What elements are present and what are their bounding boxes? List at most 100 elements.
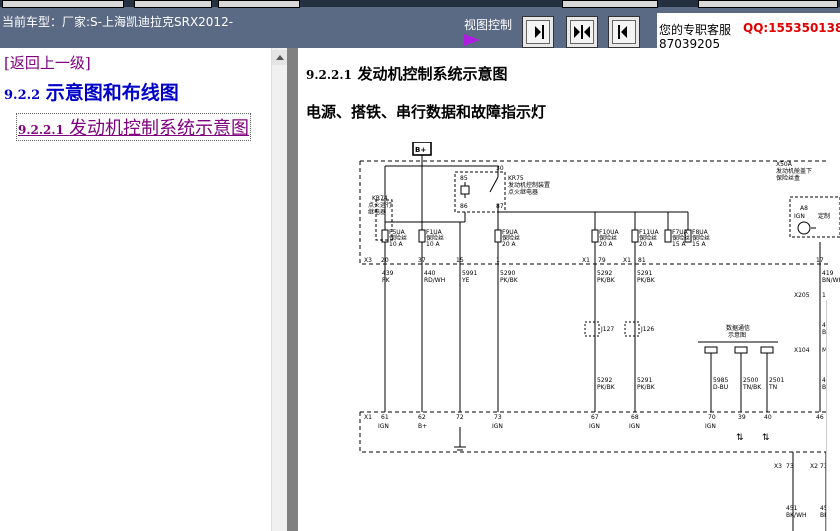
data-link-label: 数据通信 [726, 324, 750, 332]
bottom-connector: X2 [810, 463, 818, 470]
view-control-label: 视图控制 [464, 18, 513, 32]
relay-pin: 87 [496, 203, 504, 210]
wire-circuit: 5292 [597, 377, 612, 384]
wire-color: TN [768, 384, 777, 391]
ecm-pin: 70 [708, 414, 716, 421]
wire-color: D-BU [713, 384, 728, 391]
panel-splitter[interactable] [287, 48, 298, 531]
wire-color: PK/BK [637, 277, 656, 284]
toolbar-tab[interactable] [562, 0, 658, 8]
kr75-label: KR75 [508, 175, 524, 182]
ecm-pin: 40 [764, 414, 772, 421]
content-panel: 9.2.2.1 发动机控制系统示意图 电源、搭铁、串行数据和故障指示灯 B+ X… [298, 48, 840, 531]
bottom-pin: 73 [786, 463, 794, 470]
ecm-pin: 62 [418, 414, 426, 421]
expand-right-button[interactable] [522, 16, 554, 48]
toolbar-tab[interactable] [134, 0, 212, 8]
wire-color: PK/BK [597, 384, 616, 391]
pin-number: 17 [816, 257, 824, 264]
section-heading: 9.2.2 示意图和布线图 [4, 78, 179, 105]
ecm-pin: 72 [456, 414, 464, 421]
ecm-pin-func: B+ [418, 423, 427, 430]
bidirectional-arrow-icon: ⇅ [736, 433, 744, 443]
toolbar-tab[interactable] [2, 0, 124, 8]
wiring-diagram: B+ X50A 发动机舱盖下 保险丝盒 KR74 点火运行 继电器 KR75 发… [359, 142, 840, 531]
wire-circuit: 5292 [597, 270, 612, 277]
wire-circuit: 451 [786, 505, 798, 512]
toolbar-strip [0, 0, 840, 8]
toolbar-tab[interactable] [218, 0, 300, 8]
arrow-right-icon [464, 34, 480, 46]
ecm-pin-func: IGN [492, 423, 503, 430]
bidirectional-arrow-icon: ⇅ [762, 433, 770, 443]
x50a-label: X50A [776, 161, 793, 168]
connector-label: X1 [623, 257, 631, 264]
pin-number: 20 [381, 257, 389, 264]
fuse-rating: 10 A [389, 241, 404, 248]
back-link[interactable]: [返回上一级] [4, 52, 91, 73]
ecm-pin: 39 [738, 414, 746, 421]
fuse-rating: 15 A [692, 241, 707, 248]
wire-circuit: 5991 [462, 270, 477, 277]
relay-pin: 86 [460, 203, 468, 210]
qq-contact-link[interactable]: QQ:1553501388 [743, 21, 840, 35]
wire-circuit: 419 [822, 270, 834, 277]
pin-number: 15 [456, 257, 464, 264]
kr74-desc1: 点火运行 [368, 201, 392, 209]
data-connector [704, 346, 718, 354]
fuse-rating: 10 A [426, 241, 441, 248]
ecm-pin-func: IGN [705, 423, 716, 430]
ecm-pin: 73 [494, 414, 502, 421]
section-title: 示意图和布线图 [45, 82, 179, 104]
partial-component-label: A8 [800, 205, 808, 212]
subsection-number: 9.2.2.1 [18, 123, 64, 137]
customer-service-box: 您的专职客服 QQ:1553501388 87039205 [657, 13, 840, 50]
toolbar-tab[interactable] [698, 0, 838, 8]
wire-color: PK [382, 277, 391, 284]
wire-circuit: 5985 [713, 377, 728, 384]
expand-right-icon [535, 25, 544, 39]
ecm-connector: X1 [364, 414, 372, 421]
fuse-rating: 20 A [502, 241, 517, 248]
fuse-labels: F5UA 保险丝 10 A F1UA 保险丝 10 A F9UA 保险丝 20 … [389, 229, 710, 248]
ecm-pin: 67 [591, 414, 599, 421]
document-title-number: 9.2.2.1 [306, 68, 352, 82]
partial-component-label: IGN [794, 213, 805, 220]
wire-circuit: 439 [382, 270, 394, 277]
collapse-left-button[interactable] [608, 16, 640, 48]
split-view-button[interactable] [566, 16, 598, 48]
ecm-pin-func: IGN [589, 423, 600, 430]
pin-number: 1 [822, 292, 826, 299]
pin-number: 81 [638, 257, 646, 264]
wire-color: TN/BK [742, 384, 762, 391]
wire-color: YE [461, 277, 470, 284]
content-scrollbar[interactable] [826, 300, 840, 531]
kr74-desc2: 继电器 [368, 208, 386, 216]
wire-circuit: 2501 [769, 377, 784, 384]
wire-color: BN/WH [822, 277, 840, 284]
ecm-pin: 68 [631, 414, 639, 421]
kr75-desc2: 点火继电器 [508, 188, 538, 196]
wire-color: RD/WH [424, 277, 445, 284]
pin-number: 37 [418, 257, 426, 264]
wire-circuit: 5290 [500, 270, 515, 277]
splice-label: J126 [640, 326, 654, 333]
connector-label: X1 [582, 257, 590, 264]
title-bar: 当前车型：厂家:S-上海凯迪拉克SRX2012- 视图控制 您的专职客服 QQ:… [0, 0, 840, 50]
data-link-label: 示意图 [728, 331, 746, 339]
ecm-pin: 61 [381, 414, 389, 421]
kr75-desc1: 发动机控制装置 [508, 181, 550, 189]
kr74-label: KR74 [372, 195, 388, 202]
document-title: 9.2.2.1 发动机控制系统示意图 [306, 63, 508, 84]
navigation-panel: [返回上一级] 9.2.2 示意图和布线图 9.2.2.1 发动机控制系统示意图 [0, 48, 271, 531]
bottom-connector: X3 [774, 463, 782, 470]
pin-number: 1 [496, 257, 500, 264]
current-vehicle-label: 当前车型：厂家:S-上海凯迪拉克SRX2012- [2, 15, 234, 29]
scroll-up-icon[interactable] [272, 50, 287, 65]
left-scrollbar[interactable] [271, 48, 288, 531]
subsection-link[interactable]: 9.2.2.1 发动机控制系统示意图 [16, 113, 252, 141]
b-plus-label: B+ [415, 146, 426, 154]
relay-pin: 85 [460, 175, 468, 182]
wire-circuit: 440 [424, 270, 436, 277]
relay-pin: 30 [496, 165, 504, 172]
